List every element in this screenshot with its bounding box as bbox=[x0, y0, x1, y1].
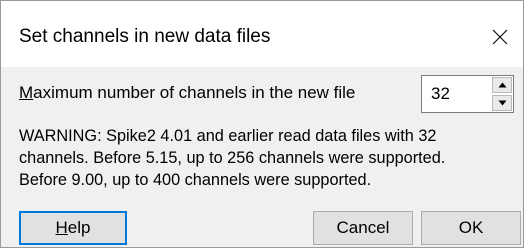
stepper-up-button[interactable] bbox=[492, 77, 512, 93]
dialog-window: Set channels in new data files Maximum n… bbox=[0, 0, 524, 248]
help-button-accelerator: H bbox=[55, 218, 68, 237]
spin-down-arrow-icon bbox=[498, 100, 506, 106]
ok-button[interactable]: OK bbox=[421, 211, 521, 245]
dialog-client-area: Maximum number of channels in the new fi… bbox=[1, 67, 523, 247]
help-button[interactable]: Help bbox=[19, 211, 127, 245]
cancel-button[interactable]: Cancel bbox=[313, 211, 413, 245]
warning-text: WARNING: Spike2 4.01 and earlier read da… bbox=[19, 125, 519, 191]
close-icon bbox=[492, 29, 508, 45]
warning-line-2: channels. Before 5.15, up to 256 channel… bbox=[19, 149, 446, 167]
max-channels-label-accelerator: M bbox=[19, 83, 34, 102]
max-channels-label-text: aximum number of channels in the new fil… bbox=[33, 83, 356, 102]
warning-line-3: Before 9.00, up to 400 channels were sup… bbox=[19, 171, 372, 189]
spin-up-arrow-icon bbox=[498, 82, 506, 88]
stepper-buttons bbox=[492, 77, 512, 111]
max-channels-input[interactable] bbox=[422, 76, 492, 112]
title-bar: Set channels in new data files bbox=[1, 1, 523, 67]
dialog-title: Set channels in new data files bbox=[19, 26, 271, 47]
max-channels-label: Maximum number of channels in the new fi… bbox=[19, 83, 355, 103]
warning-line-1: WARNING: Spike2 4.01 and earlier read da… bbox=[19, 127, 437, 145]
max-channels-stepper[interactable] bbox=[421, 75, 514, 113]
stepper-down-button[interactable] bbox=[492, 95, 512, 111]
help-button-label: elp bbox=[67, 218, 91, 237]
close-button[interactable] bbox=[477, 17, 523, 57]
